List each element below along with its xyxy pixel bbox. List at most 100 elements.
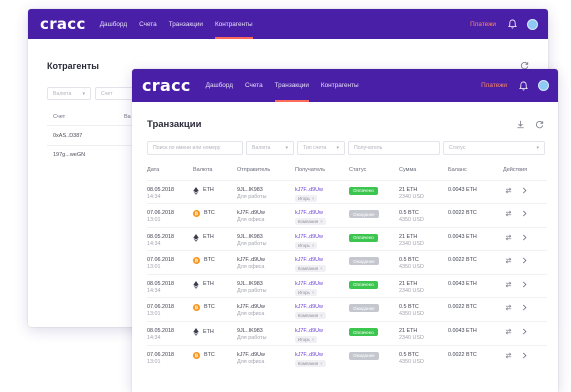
currency-filter[interactable]: Валюта ▾ [47, 87, 91, 100]
refresh-icon[interactable] [535, 120, 544, 129]
nav-transactions[interactable]: Транзакции [274, 69, 310, 102]
close-icon[interactable]: × [312, 337, 315, 342]
row-receiver[interactable]: kJ7F..d9Uw [295, 352, 323, 358]
row-amount: 0.5 BTC [399, 304, 419, 311]
nav-counterparties[interactable]: Контрагенты [321, 69, 359, 102]
close-icon[interactable]: × [320, 361, 323, 366]
row-receiver[interactable]: kJ7F..d9Uw [295, 210, 323, 216]
nav-payments[interactable]: Платежи [481, 82, 507, 89]
table-row[interactable]: 08.05.2018 14:34 ETH 9JL..IK983 Для работы… [147, 226, 547, 251]
chevron-right-icon[interactable] [521, 281, 528, 288]
row-sender[interactable]: kJ7F..d9Uw [237, 352, 265, 358]
exchange-icon[interactable] [505, 234, 512, 241]
close-icon[interactable]: × [320, 313, 323, 318]
nav-payments[interactable]: Платежи [470, 21, 496, 28]
status-filter[interactable]: Статус ▾ [443, 141, 545, 155]
chevron-right-icon[interactable] [521, 210, 528, 217]
column-header-sender[interactable]: Отправитель [237, 161, 295, 180]
app-logo[interactable]: cracc [40, 15, 86, 33]
nav-accounts[interactable]: Счета [139, 9, 157, 39]
column-header-receiver[interactable]: Получатель [295, 161, 349, 180]
table-row[interactable]: 07.06.2018 13:01 ₿ BTC kJ7F..d9Uw Для офиса… [147, 297, 547, 322]
avatar[interactable] [527, 18, 538, 30]
download-icon[interactable] [516, 120, 525, 129]
row-receiver[interactable]: kJ7F..d9Uw [295, 257, 323, 263]
receiver-tag[interactable]: Игорь × [295, 288, 318, 296]
row-receiver[interactable]: kJ7F..d9Uw [295, 304, 323, 310]
avatar[interactable] [538, 80, 549, 91]
table-row[interactable]: 08.05.2018 14:34 ETH 9JL..IK983 Для работы… [147, 273, 547, 298]
row-time: 13:01 [147, 358, 161, 365]
table-row[interactable]: 07.06.2018 13:01 ₿ BTC kJ7F..d9Uw Для офиса… [147, 250, 547, 275]
table-row[interactable]: 08.05.2018 14:34 ETH 9JL..IK983 Для работы… [147, 321, 547, 346]
column-header-currency[interactable]: Валюта [193, 161, 237, 180]
close-icon[interactable]: × [312, 243, 315, 248]
chevron-right-icon[interactable] [521, 352, 528, 359]
close-icon[interactable]: × [312, 290, 315, 295]
table-row[interactable]: 197g...weGN [53, 152, 85, 158]
exchange-icon[interactable] [505, 328, 512, 335]
row-sender[interactable]: 9JL..IK983 [237, 281, 263, 287]
receiver-tag[interactable]: Компания × [295, 312, 326, 320]
search-input[interactable]: Поиск по имени или номеру [147, 141, 243, 155]
row-sender[interactable]: 9JL..IK983 [237, 234, 263, 240]
row-receiver[interactable]: kJ7F..d9Uw [295, 187, 323, 193]
chevron-right-icon[interactable] [521, 304, 528, 311]
chevron-right-icon[interactable] [521, 187, 528, 194]
close-icon[interactable]: × [320, 266, 323, 271]
row-sender[interactable]: kJ7F..d9Uw [237, 210, 265, 216]
row-receiver[interactable]: kJ7F..d9Uw [295, 328, 323, 334]
row-date: 08.05.2018 [147, 328, 174, 335]
row-time: 13:01 [147, 217, 161, 224]
table-row[interactable]: 07.06.2018 13:01 ₿ BTC kJ7F..d9Uw Для офиса… [147, 203, 547, 228]
currency-filter[interactable]: Валюта ▾ [246, 141, 294, 155]
nav-counterparties[interactable]: Контрагенты [214, 9, 253, 39]
nav-transactions[interactable]: Транзакции [169, 9, 203, 39]
table-row[interactable]: 0xAS..D387 [53, 133, 82, 139]
column-header-balance[interactable]: Баланс [448, 161, 503, 180]
bell-icon[interactable] [519, 81, 528, 91]
table-row[interactable]: 07.06.2018 13:01 ₿ BTC kJ7F..d9Uw Для офиса… [147, 344, 547, 369]
row-currency: BTC [204, 351, 215, 358]
receiver-tag[interactable]: Игорь × [295, 241, 318, 249]
nav-accounts[interactable]: Счета [245, 69, 263, 102]
close-icon[interactable]: × [312, 196, 315, 201]
row-sender[interactable]: 9JL..IK983 [237, 328, 263, 334]
nav-dashboard[interactable]: Дашборд [206, 69, 233, 102]
exchange-icon[interactable] [505, 281, 512, 288]
receiver-tag[interactable]: Компания × [295, 359, 326, 367]
close-icon[interactable]: × [320, 219, 323, 224]
receiver-tag[interactable]: Игорь × [295, 336, 318, 344]
transactions-table: Дата Валюта Отправитель Получатель Стату… [147, 161, 547, 369]
row-amount-usd: 2340 USD [399, 193, 424, 200]
row-sender[interactable]: 9JL..IK983 [237, 187, 263, 193]
transactions-window: cracc Дашборд Счета Транзакции Контраген… [132, 69, 558, 392]
column-header-date[interactable]: Дата [147, 161, 193, 180]
exchange-icon[interactable] [505, 257, 512, 264]
column-header-status[interactable]: Статус [349, 161, 399, 180]
column-header-amount[interactable]: Сумма [399, 161, 448, 180]
nav-dashboard[interactable]: Дашборд [100, 9, 127, 39]
chevron-right-icon[interactable] [521, 257, 528, 264]
row-sender[interactable]: kJ7F..d9Uw [237, 304, 265, 310]
chevron-right-icon[interactable] [521, 234, 528, 241]
receiver-tag[interactable]: Компания × [295, 265, 326, 273]
row-sender-note: Для работы [237, 193, 267, 200]
chevron-right-icon[interactable] [521, 328, 528, 335]
row-receiver[interactable]: kJ7F..d9Uw [295, 281, 323, 287]
row-time: 13:01 [147, 311, 161, 318]
receiver-tag[interactable]: Компания × [295, 218, 326, 226]
status-badge: Оплачено [349, 328, 378, 337]
exchange-icon[interactable] [505, 304, 512, 311]
exchange-icon[interactable] [505, 210, 512, 217]
row-sender[interactable]: kJ7F..d9Uw [237, 257, 265, 263]
app-logo[interactable]: cracc [142, 76, 191, 95]
receiver-tag[interactable]: Игорь × [295, 194, 318, 202]
table-row[interactable]: 08.05.2018 14:34 ETH 9JL..IK983 Для работы… [147, 179, 547, 204]
receiver-filter[interactable]: Получатель [348, 141, 440, 155]
exchange-icon[interactable] [505, 187, 512, 194]
row-receiver[interactable]: kJ7F..d9Uw [295, 234, 323, 240]
exchange-icon[interactable] [505, 352, 512, 359]
account-type-filter[interactable]: Тип счета ▾ [297, 141, 345, 155]
bell-icon[interactable] [508, 19, 517, 29]
